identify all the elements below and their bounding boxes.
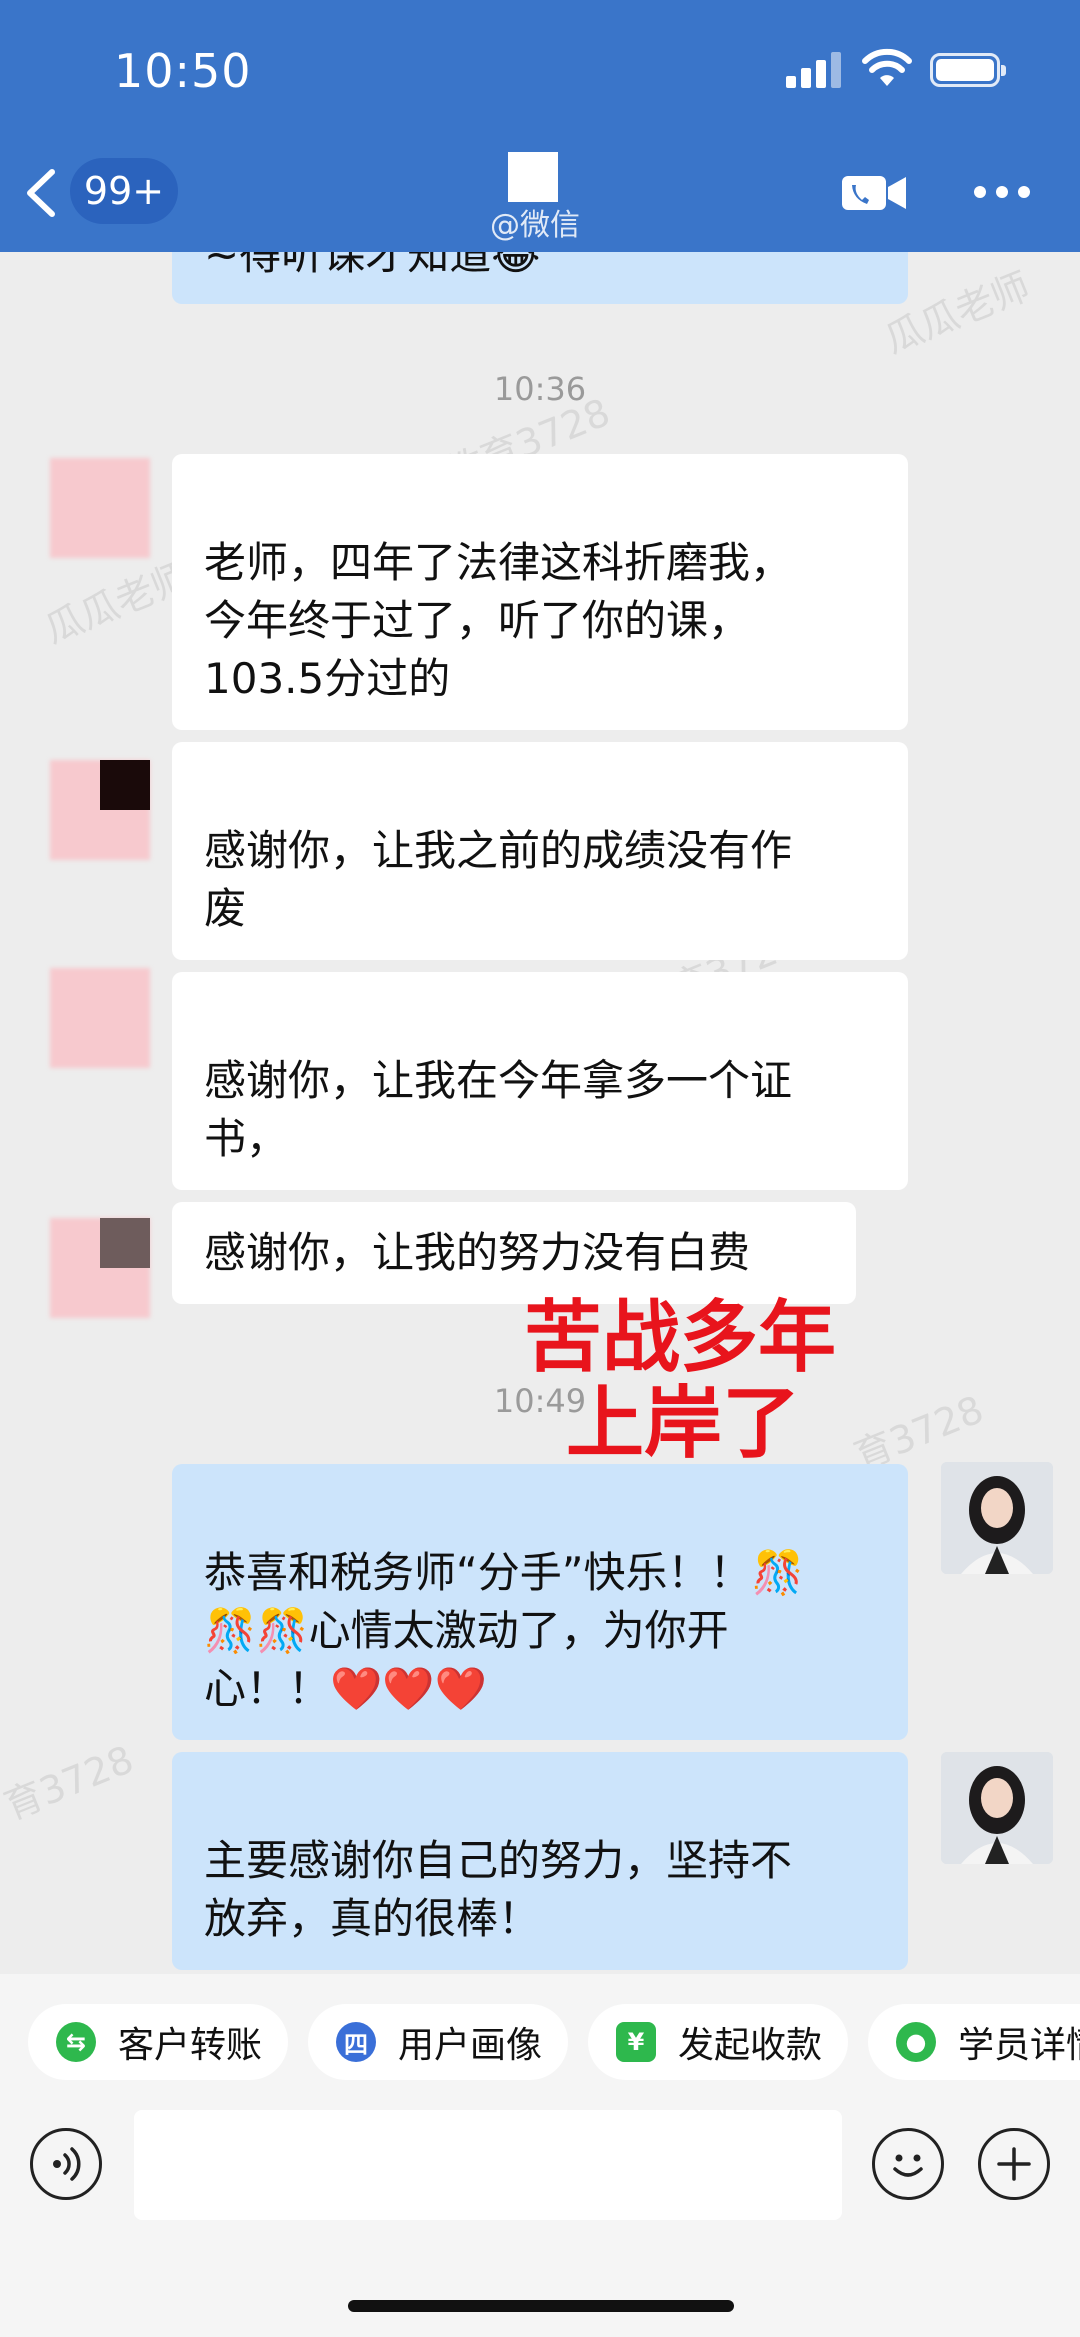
- cellular-signal-icon: [786, 52, 842, 88]
- message-timestamp: 10:49: [493, 1382, 587, 1420]
- contact-avatar[interactable]: [508, 152, 558, 202]
- more-actions-button[interactable]: [978, 2128, 1050, 2200]
- chat-header: 10:50 99+ @微信: [0, 0, 1080, 252]
- watermark-text: 育3728: [0, 1737, 140, 1829]
- smiley-icon: [893, 2154, 923, 2177]
- back-chevron-icon[interactable]: [22, 168, 60, 218]
- chip-label: 学员详情: [958, 2025, 1080, 2066]
- home-indicator[interactable]: [348, 2300, 734, 2312]
- profile-icon: 四: [336, 2022, 376, 2062]
- chip-label: 客户转账: [118, 2025, 263, 2066]
- message-bubble-incoming[interactable]: 老师，四年了法律这科折磨我， 今年终于过了，听了你的课， 103.5分过的: [172, 454, 908, 730]
- message-text: 老师，四年了法律这科折磨我， 今年终于过了，听了你的课， 103.5分过的: [204, 538, 793, 703]
- chip-label: 发起收款: [678, 2025, 823, 2066]
- voice-input-button[interactable]: [30, 2128, 102, 2200]
- quick-action-student-details[interactable]: ● 学员详情: [868, 2004, 1080, 2080]
- quick-action-bar: ⇆ 客户转账 四 用户画像 ¥ 发起收款 ● 学员详情: [0, 1974, 1080, 2094]
- annotation-text: 上岸了: [566, 1378, 801, 1469]
- quick-action-customer-transfer[interactable]: ⇆ 客户转账: [28, 2004, 289, 2080]
- message-bubble-incoming[interactable]: 感谢你，让我在今年拿多一个证 书，: [172, 972, 908, 1190]
- transfer-icon: ⇆: [56, 2022, 96, 2062]
- message-text: 感谢你，让我在今年拿多一个证 书，: [204, 1056, 793, 1163]
- teacher-avatar[interactable]: [941, 1462, 1053, 1574]
- chat-area[interactable]: 瓜瓜老师 教育3728 瓜瓜老师 教育3728 育3728 育3728 ~得听课…: [0, 252, 1080, 1974]
- message-text: 感谢你，让我的努力没有白费: [204, 1228, 751, 1277]
- sender-avatar[interactable]: [50, 968, 150, 1068]
- message-bubble-outgoing[interactable]: 恭喜和税务师“分手”快乐！！🎊 🎊🎊心情太激动了，为你开 心！！❤️❤️❤️: [172, 1464, 908, 1740]
- annotation-text: 苦战多年: [524, 1292, 837, 1383]
- message-text: ~得听课才知道😂: [204, 252, 541, 279]
- avatar-mark: [100, 760, 150, 810]
- emoji-button[interactable]: [872, 2128, 944, 2200]
- message-text: 感谢你，让我之前的成绩没有作 废: [204, 826, 793, 933]
- message-text: 主要感谢你自己的努力，坚持不 放弃，真的很棒！: [204, 1836, 793, 1943]
- sender-avatar[interactable]: [50, 458, 150, 558]
- battery-icon: [930, 53, 1006, 87]
- wifi-icon: [862, 48, 912, 86]
- status-time: 10:50: [114, 44, 252, 98]
- unread-count-badge[interactable]: 99+: [70, 158, 178, 224]
- message-bubble-incoming[interactable]: 感谢你，让我之前的成绩没有作 废: [172, 742, 908, 960]
- quick-action-user-profile[interactable]: 四 用户画像: [308, 2004, 569, 2080]
- chat-subtitle: @微信: [490, 208, 580, 243]
- more-options-icon[interactable]: [974, 186, 1030, 200]
- plus-icon: [997, 2147, 1031, 2181]
- payment-icon: ¥: [616, 2022, 656, 2062]
- message-text-input[interactable]: [134, 2110, 842, 2220]
- message-bubble-outgoing[interactable]: ~得听课才知道😂: [172, 252, 908, 304]
- voice-icon: [53, 2147, 81, 2181]
- message-bubble-outgoing[interactable]: 主要感谢你自己的努力，坚持不 放弃，真的很棒！: [172, 1752, 908, 1970]
- portrait-icon: [941, 1752, 1053, 1864]
- message-text: 恭喜和税务师“分手”快乐！！🎊 🎊🎊心情太激动了，为你开 心！！❤️❤️❤️: [204, 1548, 804, 1713]
- chip-label: 用户画像: [398, 2025, 543, 2066]
- teacher-avatar[interactable]: [941, 1752, 1053, 1864]
- portrait-icon: [941, 1462, 1053, 1574]
- video-call-icon[interactable]: [842, 172, 908, 214]
- message-timestamp: 10:36: [493, 370, 587, 408]
- message-bubble-incoming[interactable]: 感谢你，让我的努力没有白费: [172, 1202, 856, 1304]
- avatar-mark: [100, 1218, 150, 1268]
- quick-action-request-payment[interactable]: ¥ 发起收款: [588, 2004, 849, 2080]
- student-icon: ●: [896, 2022, 936, 2062]
